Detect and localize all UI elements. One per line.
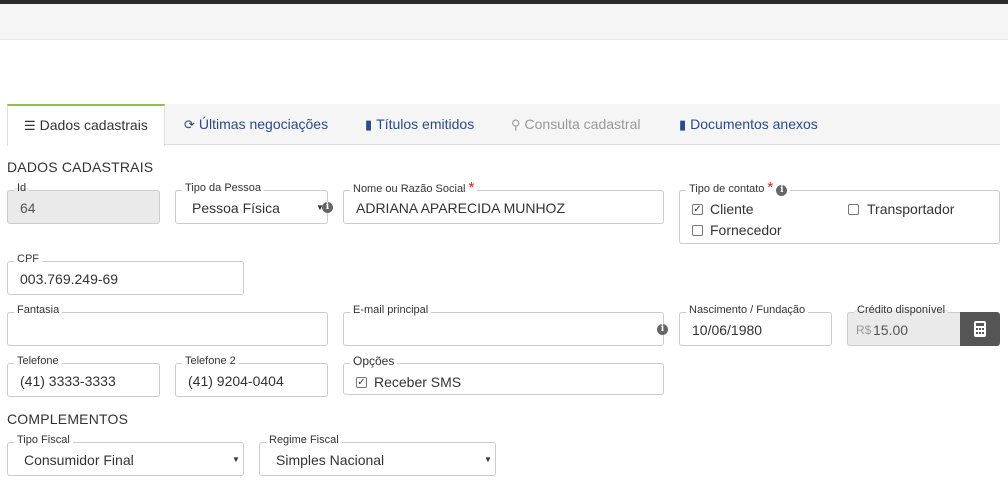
file-icon: ▮ xyxy=(365,117,373,132)
nome-input[interactable]: Nome ou Razão Social * ADRIANA APARECIDA … xyxy=(343,180,664,224)
sub-header xyxy=(0,4,1008,40)
tipo-contato-label: Tipo de contato xyxy=(689,183,765,195)
list-icon: ☰ xyxy=(24,118,36,133)
tab-bar: ☰ Dados cadastrais ⟳ Últimas negociações ▮… xyxy=(7,104,1000,146)
nascimento-input[interactable]: Nascimento / Fundação 10/06/1980 xyxy=(679,303,832,346)
id-value: 64 xyxy=(20,200,36,216)
nascimento-value: 10/06/1980 xyxy=(692,322,763,338)
field-label: Tipo de contato * i xyxy=(686,179,791,196)
field-label: Fantasia xyxy=(14,303,63,317)
field-label: E-mail principal xyxy=(350,303,432,317)
tab-consulta-cadastral[interactable]: ⚲ Consulta cadastral xyxy=(511,104,640,145)
chevron-down-icon: ▼ xyxy=(232,455,240,464)
tab-label: Últimas negociações xyxy=(198,116,329,132)
tipo-fiscal-value: Consumidor Final xyxy=(24,452,134,468)
receber-sms-label: Receber SMS xyxy=(374,374,462,390)
email-input[interactable]: E-mail principal i xyxy=(343,303,668,346)
telefone-input[interactable]: Telefone (41) 3333-3333 xyxy=(7,354,160,397)
field-label: Opções xyxy=(350,354,398,368)
info-icon[interactable]: i xyxy=(322,202,333,213)
nome-value: ADRIANA APARECIDA MUNHOZ xyxy=(356,200,566,216)
cpf-value: 003.769.249-69 xyxy=(20,271,119,287)
tab-ultimas-negociacoes[interactable]: ⟳ Últimas negociações xyxy=(184,104,328,145)
telefone-value: (41) 3333-3333 xyxy=(20,373,116,389)
section-title-dados: DADOS CADASTRAIS xyxy=(7,159,154,175)
telefone2-input[interactable]: Telefone 2 (41) 9204-0404 xyxy=(175,354,328,397)
tab-label: Títulos emitidos xyxy=(376,116,475,132)
calculator-icon xyxy=(974,321,986,337)
tipo-fiscal-select[interactable]: Tipo Fiscal Consumidor Final ▼ xyxy=(7,433,244,476)
regime-fiscal-select[interactable]: Regime Fiscal Simples Nacional ▼ xyxy=(259,433,496,476)
search-icon: ⚲ xyxy=(511,117,521,132)
credito-field: Crédito disponível R$ 15.00 xyxy=(847,303,961,346)
tab-label: Consulta cadastral xyxy=(524,116,641,132)
cpf-input[interactable]: CPF 003.769.249-69 xyxy=(7,252,244,295)
info-icon[interactable]: i xyxy=(657,324,668,335)
calculator-button[interactable] xyxy=(960,312,1000,346)
chevron-down-icon: ▼ xyxy=(484,455,492,464)
refresh-icon: ⟳ xyxy=(184,117,195,132)
transportador-label: Transportador xyxy=(867,201,955,217)
section-title-complementos: COMPLEMENTOS xyxy=(7,411,129,427)
credito-value: 15.00 xyxy=(873,322,909,338)
required-icon: * xyxy=(767,179,774,196)
fornecedor-label: Fornecedor xyxy=(710,222,782,238)
cliente-checkbox[interactable]: ✓ xyxy=(692,204,703,215)
transportador-checkbox[interactable] xyxy=(848,204,859,215)
tipo-pessoa-value: Pessoa Física xyxy=(192,200,280,216)
fornecedor-checkbox[interactable] xyxy=(692,225,703,236)
id-field: Id 64 xyxy=(7,181,160,224)
tipo-pessoa-select[interactable]: Tipo da Pessoa Pessoa Física ▼ i xyxy=(175,181,333,224)
tab-titulos-emitidos[interactable]: ▮ Títulos emitidos xyxy=(365,104,474,145)
tipo-contato-group: Tipo de contato * i ✓ Cliente Transportad… xyxy=(679,180,1000,244)
file-icon: ▮ xyxy=(679,117,687,132)
tab-documentos-anexos[interactable]: ▮ Documentos anexos xyxy=(679,104,818,145)
tab-label: Dados cadastrais xyxy=(39,117,148,133)
fantasia-input[interactable]: Fantasia xyxy=(7,303,328,346)
regime-fiscal-value: Simples Nacional xyxy=(276,452,385,468)
opcoes-group: Opções ✓ Receber SMS xyxy=(343,354,664,395)
telefone2-value: (41) 9204-0404 xyxy=(188,373,284,389)
currency-prefix: R$ xyxy=(856,323,872,337)
tab-label: Documentos anexos xyxy=(690,116,818,132)
receber-sms-checkbox[interactable]: ✓ xyxy=(356,377,367,388)
tab-dados-cadastrais[interactable]: ☰ Dados cadastrais xyxy=(7,104,165,146)
info-icon[interactable]: i xyxy=(776,185,788,196)
cliente-label: Cliente xyxy=(710,201,754,217)
